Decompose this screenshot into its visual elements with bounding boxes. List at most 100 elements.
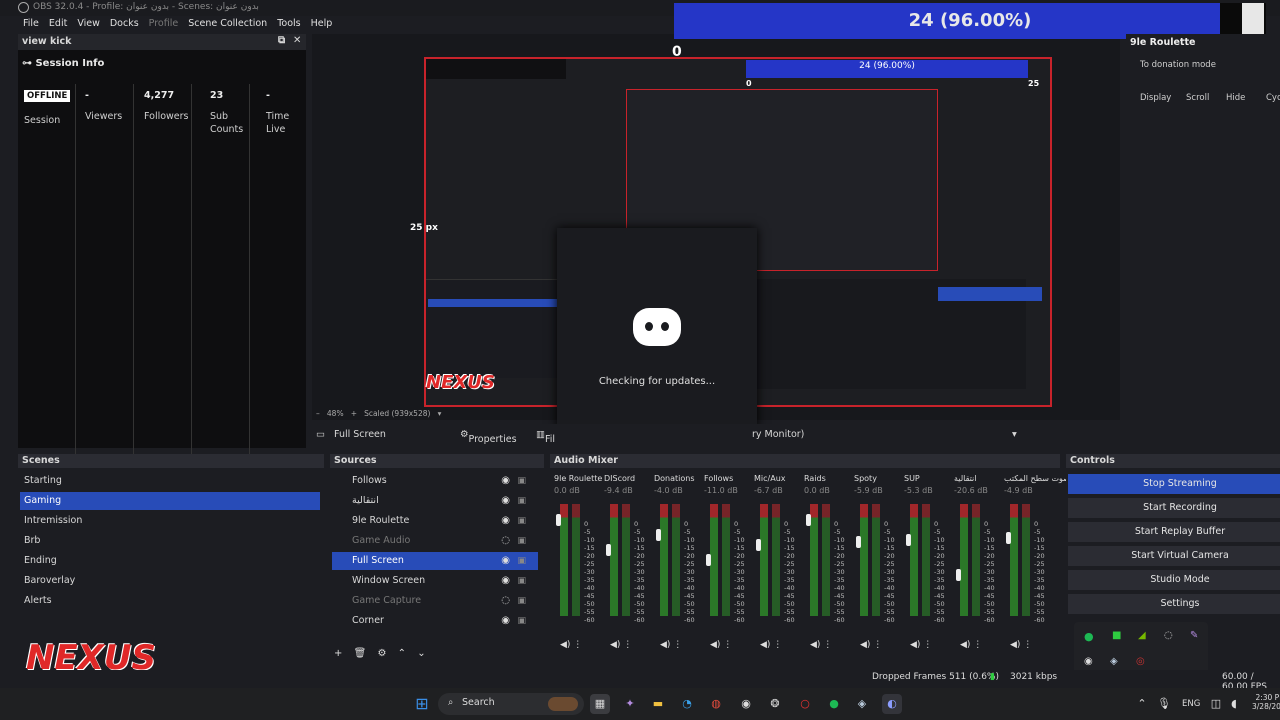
widgets-icon[interactable]: ▦ [590,694,610,714]
channel-menu-icon[interactable]: ⋮ [1023,640,1032,650]
channel-menu-icon[interactable]: ⋮ [723,640,732,650]
copilot-icon[interactable]: ✦ [620,694,640,714]
volume-fader[interactable] [606,544,611,556]
lock-icon[interactable]: ▣ [517,612,526,630]
source-item[interactable]: انتقالية ◉ ▣ [332,492,538,510]
volume-fader[interactable] [856,536,861,548]
chrome-icon[interactable]: ◍ [706,694,726,714]
mute-icon[interactable]: ◀) [860,640,873,650]
menu-help[interactable]: Help [306,16,338,32]
start-virtual-camera-button[interactable]: Start Virtual Camera [1068,546,1280,566]
visibility-icon[interactable]: ◉ [501,492,510,510]
studio-mode-button[interactable]: Studio Mode [1068,570,1280,590]
remove-source-icon[interactable]: 🗑 [354,648,367,659]
taskbar-search[interactable]: ⌕ Search [438,693,584,715]
spotify-taskbar-icon[interactable]: ● [824,694,844,714]
microphone-icon[interactable]: 🎙 [1154,694,1174,714]
settings-button[interactable]: Settings [1068,594,1280,614]
scene-item[interactable]: Baroverlay [20,572,320,590]
channel-menu-icon[interactable]: ⋮ [773,640,782,650]
volume-fader[interactable] [706,554,711,566]
lock-icon[interactable]: ▣ [517,552,526,570]
windows-start-icon[interactable]: ⊞ [412,694,432,714]
lock-icon[interactable]: ▣ [517,572,526,590]
stop-streaming-button[interactable]: Stop Streaming [1068,474,1280,494]
volume-fader[interactable] [656,529,661,541]
lock-icon[interactable]: ▣ [517,492,526,510]
lock-icon[interactable]: ▣ [517,472,526,490]
scene-item[interactable]: Intremission [20,512,320,530]
chatgpt-icon[interactable]: ❂ [765,694,785,714]
sync-tray-icon[interactable]: ◌ [1164,630,1173,641]
visibility-icon[interactable]: ◉ [501,572,510,590]
channel-menu-icon[interactable]: ⋮ [873,640,882,650]
menu-file[interactable]: File [18,16,44,32]
source-item[interactable]: Game Capture ◌ ▣ [332,592,538,610]
red-app-tray-icon[interactable]: ◎ [1136,656,1145,667]
lock-icon[interactable]: ▣ [517,592,526,610]
lock-icon[interactable]: ▣ [517,512,526,530]
monitor-select[interactable]: ry Monitor) [752,429,804,440]
move-up-icon[interactable]: ⌃ [398,648,406,659]
float-dock-icon[interactable]: ⧉ [278,35,285,46]
donation-mode-button[interactable]: To donation mode [1140,60,1216,70]
filters-button[interactable]: ▥ Fil [536,429,555,445]
source-settings-icon[interactable]: ⚙ [377,648,386,659]
nvidia-tray-icon[interactable]: ◢ [1138,630,1146,641]
obs-taskbar-icon[interactable]: ◉ [736,694,756,714]
scene-item[interactable]: Ending [20,552,320,570]
file-explorer-icon[interactable]: ▬ [648,694,668,714]
source-item[interactable]: Corner ◉ ▣ [332,612,538,630]
channel-menu-icon[interactable]: ⋮ [623,640,632,650]
mute-icon[interactable]: ◀) [610,640,623,650]
source-item[interactable]: Game Audio ◌ ▣ [332,532,538,550]
language-indicator[interactable]: ENG [1182,699,1200,709]
menu-tools[interactable]: Tools [272,16,305,32]
menu-view[interactable]: View [72,16,105,32]
mute-icon[interactable]: ◀) [960,640,973,650]
channel-menu-icon[interactable]: ⋮ [573,640,582,650]
obs-tray-icon[interactable]: ◉ [1084,656,1093,667]
mute-icon[interactable]: ◀) [710,640,723,650]
close-dock-icon[interactable]: ✕ [293,35,301,46]
edge-icon[interactable]: ◔ [677,694,697,714]
visibility-icon[interactable]: ◉ [501,612,510,630]
opera-icon[interactable]: ○ [795,694,815,714]
visibility-icon[interactable]: ◌ [501,532,510,550]
steam-tray-icon[interactable]: ◈ [1110,656,1118,667]
mute-icon[interactable]: ◀) [560,640,573,650]
spotify-tray-icon[interactable]: ● [1084,630,1094,643]
scene-item[interactable]: Brb [20,532,320,550]
cycle-button[interactable]: Cycle [1266,93,1280,103]
steam-taskbar-icon[interactable]: ◈ [852,694,872,714]
start-recording-button[interactable]: Start Recording [1068,498,1280,518]
properties-button[interactable]: ⚙ Properties [460,429,517,445]
visibility-icon[interactable]: ◌ [501,592,510,610]
mute-icon[interactable]: ◀) [660,640,673,650]
lock-icon[interactable]: ▣ [517,532,526,550]
mute-icon[interactable]: ◀) [910,640,923,650]
green-app-tray-icon[interactable]: ■ [1112,630,1121,641]
network-icon[interactable]: ◫ [1206,694,1226,714]
volume-fader[interactable] [556,514,561,526]
visibility-icon[interactable]: ◉ [501,472,510,490]
display-button[interactable]: Display [1140,93,1171,103]
hide-button[interactable]: Hide [1226,93,1245,103]
volume-fader[interactable] [1006,532,1011,544]
move-down-icon[interactable]: ⌄ [417,648,425,659]
scene-item[interactable]: Starting [20,472,320,490]
scene-item[interactable]: Alerts [20,592,320,610]
volume-fader[interactable] [956,569,961,581]
monitor-dropdown-icon[interactable]: ▾ [1012,429,1017,440]
scene-item[interactable]: Gaming [20,492,320,510]
source-item[interactable]: Follows ◉ ▣ [332,472,538,490]
start-replay-buffer-button[interactable]: Start Replay Buffer [1068,522,1280,542]
mute-icon[interactable]: ◀) [810,640,823,650]
channel-menu-icon[interactable]: ⋮ [973,640,982,650]
volume-fader[interactable] [756,539,761,551]
source-item[interactable]: Full Screen ◉ ▣ [332,552,538,570]
visibility-icon[interactable]: ◉ [501,552,510,570]
source-item[interactable]: Window Screen ◉ ▣ [332,572,538,590]
menu-edit[interactable]: Edit [44,16,72,32]
mute-icon[interactable]: ◀) [760,640,773,650]
